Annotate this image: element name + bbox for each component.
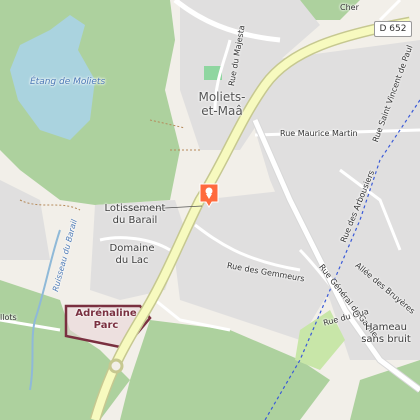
lake-label: Étang de Moliets xyxy=(30,77,106,87)
place-label-domaine: Domaine du Lac xyxy=(109,243,155,266)
place-label-hameau: Hameau sans bruit xyxy=(361,322,411,345)
town-label: Moliets-et-Maâ xyxy=(198,90,246,118)
road-label-cher: Cher xyxy=(340,3,359,12)
road-label-maurice-martin: Rue Maurice Martin xyxy=(280,129,358,138)
park-label[interactable]: Adrénaline Parc xyxy=(74,308,138,332)
road-shield-d652: D 652 xyxy=(374,21,412,37)
map-view[interactable]: Étang de Moliets Ruisseau du Barail Moli… xyxy=(0,0,420,420)
location-pin-icon[interactable] xyxy=(198,182,220,208)
place-label-lotissement: Lotissement du Barail xyxy=(104,203,166,226)
roundabout xyxy=(108,358,124,374)
road-label-llots: llots xyxy=(0,313,17,322)
